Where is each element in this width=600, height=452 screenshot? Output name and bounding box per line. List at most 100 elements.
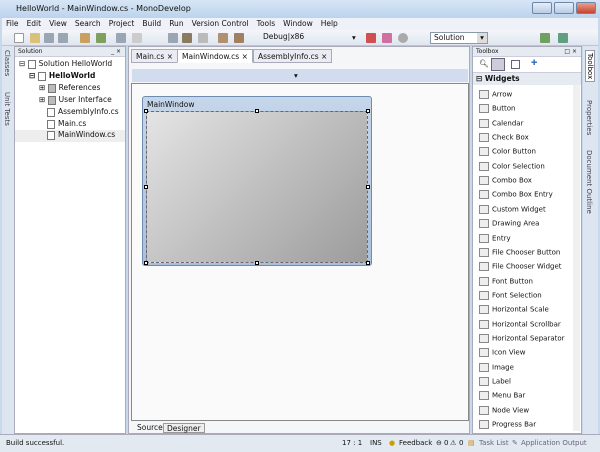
resize-handle[interactable]: [144, 185, 148, 189]
toolbox-item[interactable]: Arrow: [479, 90, 512, 99]
menu-file[interactable]: File: [6, 19, 19, 28]
cut-icon[interactable]: [116, 33, 126, 43]
tree-user-interface[interactable]: ⊞ User Interface: [39, 95, 112, 105]
design-canvas[interactable]: MainWindow: [131, 83, 469, 421]
undo-icon[interactable]: [80, 33, 90, 43]
tree-mainwindow[interactable]: MainWindow.cs: [15, 130, 125, 142]
tree-assemblyinfo[interactable]: AssemblyInfo.cs: [47, 107, 119, 117]
classes-tab[interactable]: Classes: [3, 50, 11, 76]
designer-widget-bar[interactable]: ▾: [132, 69, 468, 82]
redo-icon[interactable]: [96, 33, 106, 43]
source-tab[interactable]: Source: [134, 423, 166, 433]
layout-icon[interactable]: [558, 33, 568, 43]
menu-window[interactable]: Window: [283, 19, 313, 28]
compact-view-icon[interactable]: [511, 60, 520, 69]
menu-search[interactable]: Search: [75, 19, 101, 28]
toolbox-item[interactable]: Custom Widget: [479, 204, 546, 214]
debug-icon[interactable]: [382, 33, 392, 43]
find-icon[interactable]: [168, 33, 178, 43]
chevron-down-icon[interactable]: ▾: [477, 33, 487, 43]
toolbox-scrollbar[interactable]: [573, 85, 580, 431]
toolbox-item[interactable]: Color Selection: [479, 161, 545, 171]
toolbox-item[interactable]: Horizontal Scrollbar: [479, 319, 561, 329]
close-icon[interactable]: □ ×: [564, 47, 577, 57]
tab-mainwindow-cs[interactable]: MainWindow.cs ×: [177, 49, 253, 63]
resize-handle[interactable]: [366, 185, 370, 189]
maximize-button[interactable]: [554, 2, 574, 14]
toolbox-item[interactable]: Combo Box Entry: [479, 190, 553, 200]
add-icon[interactable]: ✚: [531, 58, 537, 67]
warning-count[interactable]: 0: [459, 439, 463, 447]
replace-icon[interactable]: [198, 33, 208, 43]
open-icon[interactable]: [30, 33, 40, 43]
toolbox-item[interactable]: Horizontal Scale: [479, 305, 549, 315]
resize-handle[interactable]: [255, 109, 259, 113]
tab-assemblyinfo-cs[interactable]: AssemblyInfo.cs ×: [253, 49, 333, 63]
minimize-button[interactable]: [532, 2, 552, 14]
close-icon[interactable]: _ ×: [111, 47, 121, 57]
menu-view[interactable]: View: [49, 19, 67, 28]
menu-project[interactable]: Project: [109, 19, 135, 28]
toolbox-item[interactable]: Image: [479, 362, 514, 372]
chevron-down-icon[interactable]: ▾: [352, 33, 356, 42]
toolbox-item[interactable]: Entry: [479, 233, 511, 243]
toolbox-item[interactable]: File Chooser Button: [479, 247, 560, 257]
tree-project[interactable]: ⊟ HelloWorld: [29, 71, 95, 81]
toolbox-tab[interactable]: Toolbox: [585, 50, 595, 83]
find-in-files-icon[interactable]: [182, 33, 192, 43]
toolbox-item[interactable]: Button: [479, 104, 515, 114]
close-button[interactable]: [576, 2, 596, 14]
rebuild-icon[interactable]: [234, 33, 244, 43]
designer-tab[interactable]: Designer: [163, 423, 205, 433]
toolbox-item[interactable]: Color Button: [479, 147, 536, 157]
feedback-button[interactable]: Feedback: [399, 439, 432, 447]
tab-main-cs[interactable]: Main.cs ×: [131, 49, 178, 63]
menu-build[interactable]: Build: [142, 19, 161, 28]
stop-icon[interactable]: [398, 33, 408, 43]
toolbox-item[interactable]: Menu Bar: [479, 391, 525, 401]
toolbox-item[interactable]: Calendar: [479, 118, 523, 128]
toolbox-item[interactable]: Drawing Area: [479, 219, 539, 229]
widgets-category[interactable]: ⊟ Widgets: [473, 73, 581, 85]
application-output-button[interactable]: Application Output: [521, 439, 587, 447]
search-icon[interactable]: 🔍︎: [479, 59, 489, 68]
tree-main[interactable]: Main.cs: [47, 119, 86, 129]
menu-version-control[interactable]: Version Control: [192, 19, 249, 28]
resize-handle[interactable]: [255, 261, 259, 265]
error-count[interactable]: 0: [444, 439, 448, 447]
properties-tab[interactable]: Properties: [585, 100, 593, 135]
config-selector[interactable]: Debug|x86: [260, 32, 350, 44]
toolbox-item[interactable]: Icon View: [479, 348, 525, 358]
toolbox-item[interactable]: Horizontal Separator: [479, 333, 565, 343]
menu-edit[interactable]: Edit: [27, 19, 42, 28]
addin-icon[interactable]: [540, 33, 550, 43]
tree-references[interactable]: ⊞ References: [39, 83, 100, 93]
toolbox-item[interactable]: Label: [479, 377, 511, 386]
run-icon[interactable]: [366, 33, 376, 43]
resize-handle[interactable]: [366, 261, 370, 265]
new-file-icon[interactable]: [14, 33, 24, 43]
mainwindow-widget[interactable]: MainWindow: [142, 96, 372, 266]
toolbox-item[interactable]: Check Box: [479, 133, 529, 143]
window-content[interactable]: [146, 111, 368, 263]
menu-tools[interactable]: Tools: [257, 19, 275, 28]
toolbox-item[interactable]: File Chooser Widget: [479, 262, 562, 272]
chevron-down-icon[interactable]: ▾: [294, 71, 298, 80]
toolbox-item[interactable]: Node View: [479, 405, 529, 415]
tree-solution[interactable]: ⊟ Solution HelloWorld: [19, 59, 112, 69]
menu-help[interactable]: Help: [321, 19, 338, 28]
build-icon[interactable]: [218, 33, 228, 43]
toolbox-item[interactable]: Font Selection: [479, 290, 542, 300]
search-scope-select[interactable]: Solution ▾: [430, 32, 488, 44]
document-outline-tab[interactable]: Document Outline: [585, 150, 593, 214]
resize-handle[interactable]: [366, 109, 370, 113]
toolbox-item[interactable]: Progress Bar: [479, 420, 536, 430]
list-view-icon[interactable]: [491, 58, 505, 71]
resize-handle[interactable]: [144, 261, 148, 265]
menu-run[interactable]: Run: [169, 19, 183, 28]
toolbox-item[interactable]: Font Button: [479, 276, 533, 286]
save-icon[interactable]: [44, 33, 54, 43]
task-list-button[interactable]: Task List: [479, 439, 509, 447]
copy-icon[interactable]: [132, 33, 142, 43]
toolbox-item[interactable]: Combo Box: [479, 176, 532, 186]
